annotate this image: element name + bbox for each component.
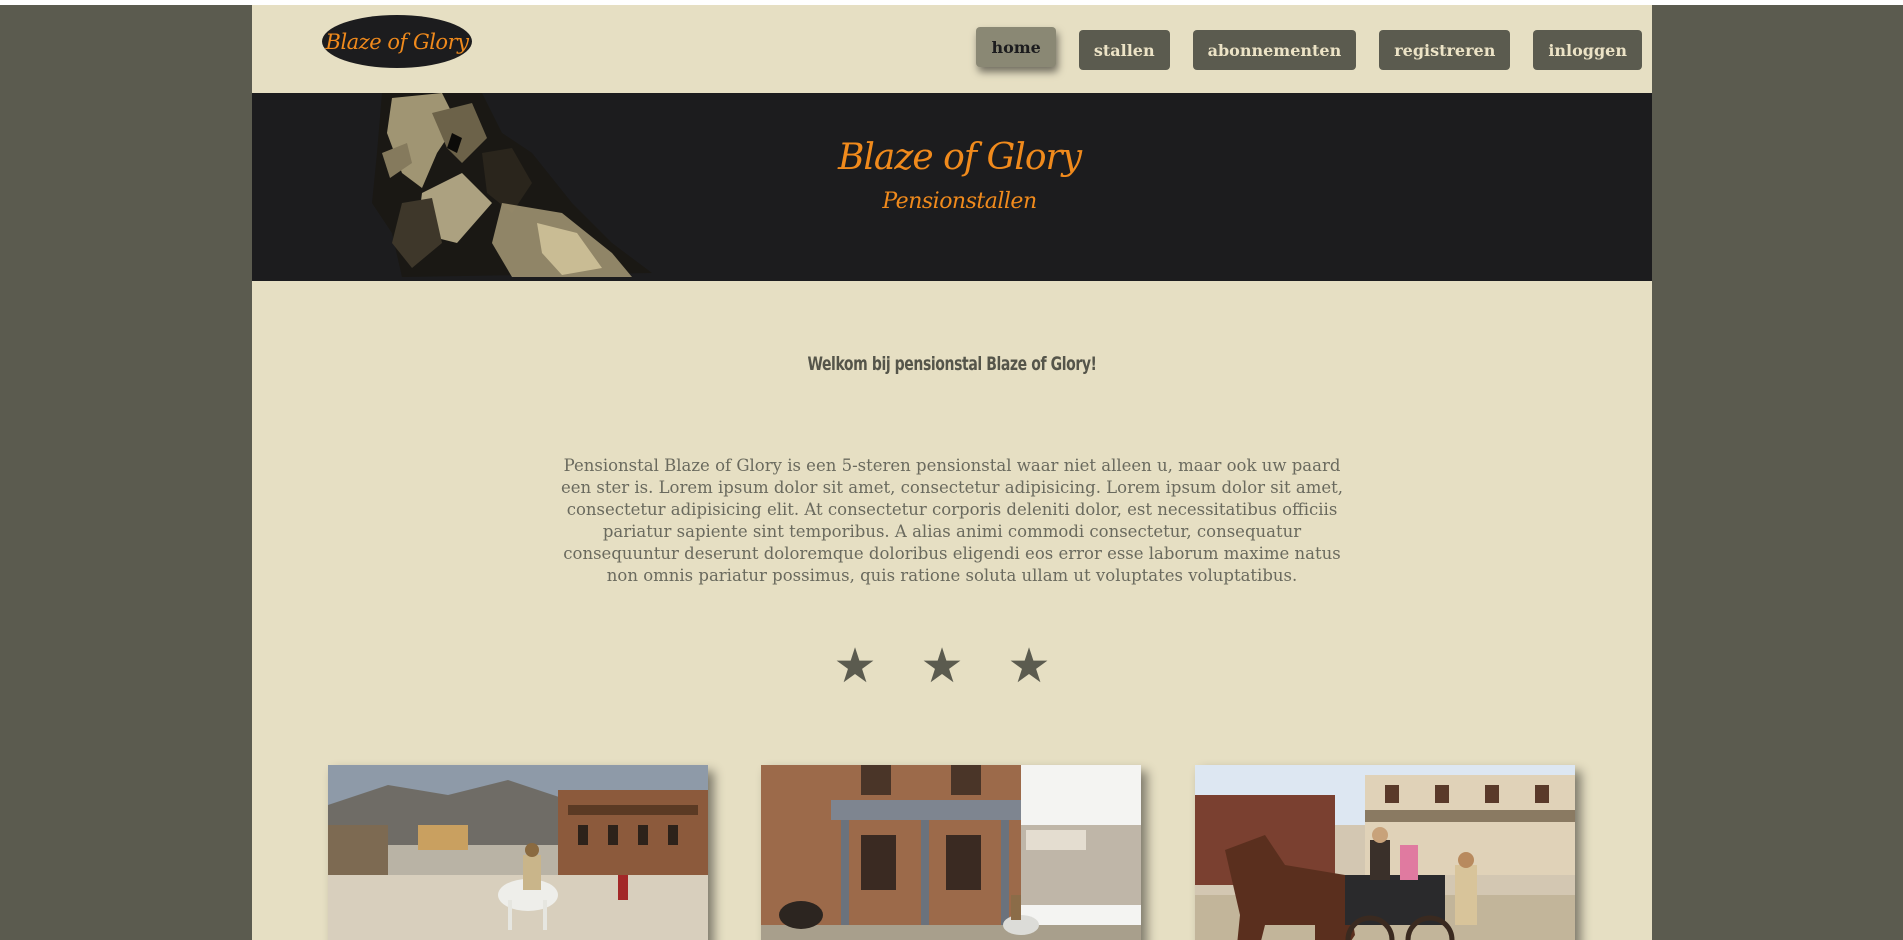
horse-head-illustration: [372, 93, 652, 277]
main-nav: home stallen abonnementen registreren in…: [976, 27, 1642, 70]
page-container: Blaze of Glory home stallen abonnementen…: [252, 5, 1652, 940]
intro-paragraph: Pensionstal Blaze of Glory is een 5-ster…: [560, 456, 1344, 585]
hero-banner: Blaze of Glory Pensionstallen: [252, 93, 1652, 281]
star-icon: ★: [1007, 638, 1071, 694]
star-icon: ★: [833, 638, 897, 694]
western-town-rider-photo[interactable]: [328, 765, 708, 940]
rating-stars: ★ ★ ★: [252, 638, 1652, 694]
nav-abonnementen-button[interactable]: abonnementen: [1192, 30, 1357, 70]
western-saloon-building-photo[interactable]: [761, 765, 1141, 940]
horse-carriage-photo[interactable]: [1195, 765, 1575, 940]
nav-inloggen-button[interactable]: inloggen: [1533, 30, 1642, 70]
welcome-heading: Welkom bij pensionstal Blaze of Glory!: [807, 353, 1097, 375]
nav-home-button[interactable]: home: [976, 27, 1056, 67]
nav-stallen-button[interactable]: stallen: [1078, 30, 1170, 70]
star-icon: ★: [920, 638, 984, 694]
site-logo[interactable]: Blaze of Glory: [322, 15, 472, 68]
logo-text: Blaze of Glory: [325, 29, 469, 54]
site-header: Blaze of Glory home stallen abonnementen…: [252, 5, 1652, 93]
hero-title: Blaze of Glory: [837, 137, 1082, 178]
hero-subtitle: Pensionstallen: [882, 189, 1037, 214]
nav-registreren-button[interactable]: registreren: [1379, 30, 1511, 70]
